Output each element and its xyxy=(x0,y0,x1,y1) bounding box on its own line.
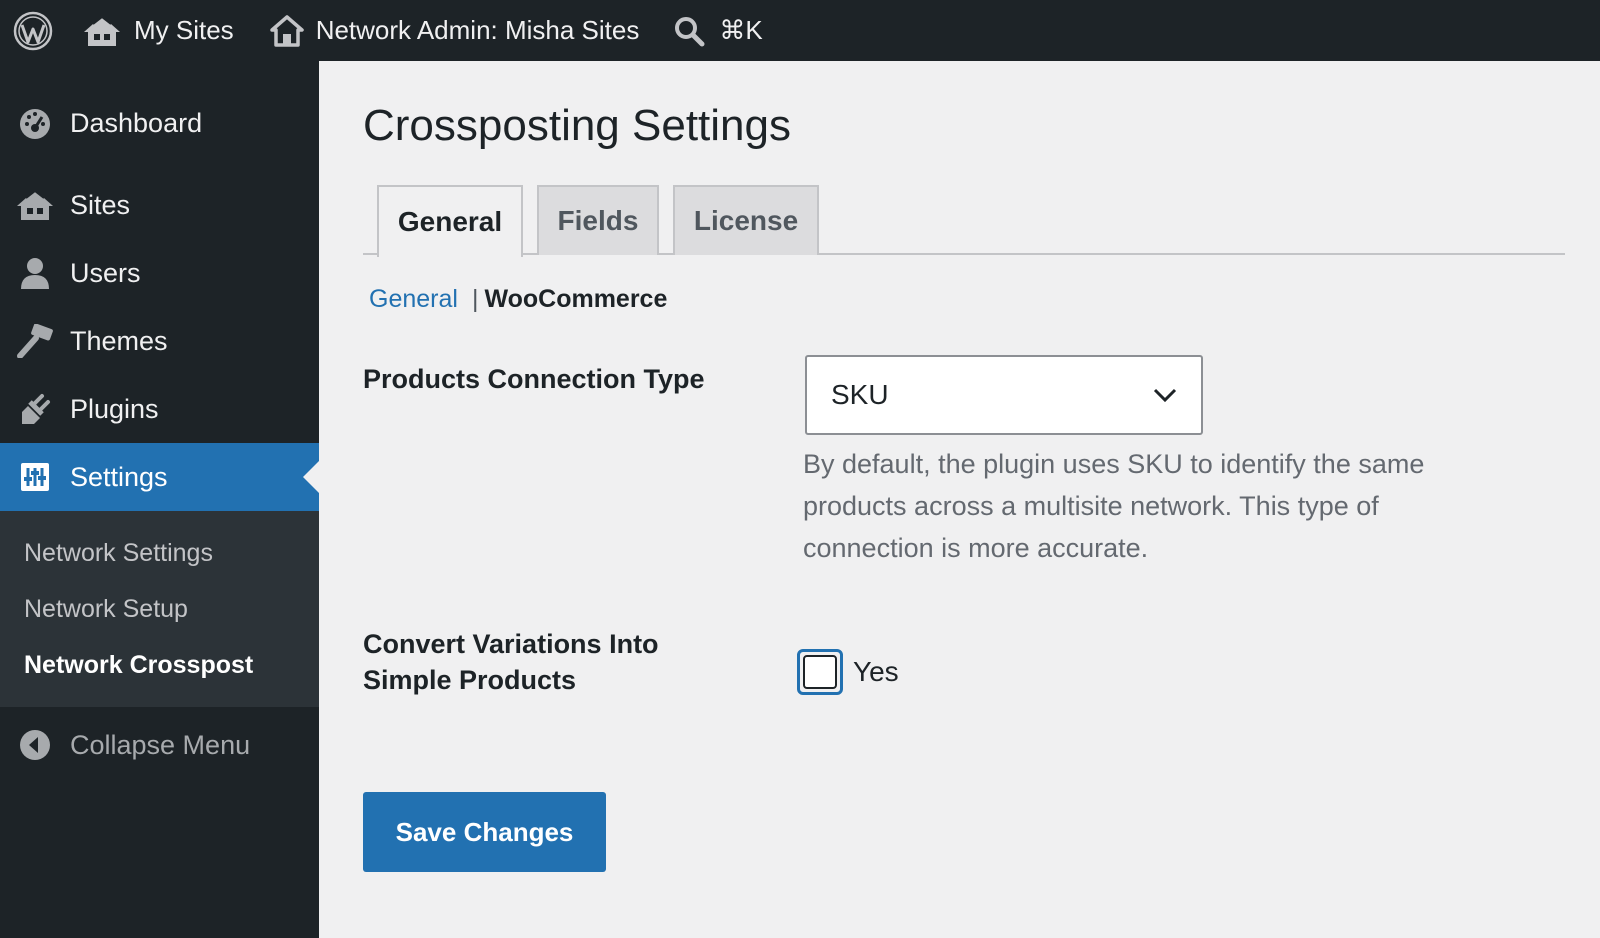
sites-icon xyxy=(84,15,120,46)
sidebar-item-users[interactable]: Users xyxy=(0,239,319,307)
checkbox-box xyxy=(803,655,837,689)
settings-icon xyxy=(0,462,70,492)
home-icon xyxy=(269,14,304,47)
chevron-down-icon xyxy=(1153,388,1177,403)
subnav-current-woocommerce: WooCommerce xyxy=(484,285,668,313)
network-admin-menu[interactable]: Network Admin: Misha Sites xyxy=(269,0,640,61)
collapse-icon xyxy=(0,729,70,761)
plugins-icon xyxy=(0,392,70,426)
sidebar-item-themes[interactable]: Themes xyxy=(0,307,319,375)
sidebar-item-label: Plugins xyxy=(70,393,159,424)
main-content: Crossposting Settings General Fields Lic… xyxy=(319,61,1600,938)
sidebar-item-settings[interactable]: Settings xyxy=(0,443,319,511)
submenu-network-crosspost[interactable]: Network Crosspost xyxy=(0,637,319,693)
subnav-separator: | xyxy=(471,285,479,313)
my-sites-menu[interactable]: My Sites xyxy=(82,0,234,61)
connection-type-select[interactable]: SKU xyxy=(805,355,1203,435)
convert-variations-label: Convert Variations Into Simple Products xyxy=(363,626,659,698)
sites-icon xyxy=(0,188,70,222)
convert-variations-checkbox[interactable] xyxy=(797,649,843,695)
collapse-menu-label: Collapse Menu xyxy=(70,729,251,760)
search-icon xyxy=(675,16,705,46)
sidebar-item-label: Dashboard xyxy=(70,107,203,138)
network-admin-label: Network Admin: Misha Sites xyxy=(315,15,640,45)
sidebar-item-label: Sites xyxy=(70,189,131,220)
settings-submenu: Network Settings Network Setup Network C… xyxy=(0,511,319,707)
search-shortcut-label: ⌘K xyxy=(719,15,763,45)
nav-tabs: General Fields License xyxy=(363,185,1565,257)
search-command[interactable]: ⌘K xyxy=(673,0,763,61)
select-value: SKU xyxy=(831,379,889,410)
subnav-general-link[interactable]: General xyxy=(369,285,458,314)
convert-variations-label-line1: Convert Variations Into xyxy=(363,629,659,659)
themes-icon xyxy=(0,324,70,358)
tab-license[interactable]: License xyxy=(673,185,819,255)
tab-general[interactable]: General xyxy=(377,185,523,257)
page-title: Crossposting Settings xyxy=(363,101,791,150)
admin-sidebar: Dashboard Sites Users Themes Plugins Set… xyxy=(0,61,319,938)
tab-fields[interactable]: Fields xyxy=(537,185,659,255)
convert-variations-label-line2: Simple Products xyxy=(363,665,577,695)
connection-type-label: Products Connection Type xyxy=(363,364,705,394)
sidebar-item-plugins[interactable]: Plugins xyxy=(0,375,319,443)
users-icon xyxy=(0,256,70,290)
sidebar-item-label: Themes xyxy=(70,325,168,356)
submenu-network-setup[interactable]: Network Setup xyxy=(0,581,319,637)
collapse-menu-button[interactable]: Collapse Menu xyxy=(0,711,319,779)
convert-variations-field: Yes xyxy=(797,649,899,695)
submenu-network-settings[interactable]: Network Settings xyxy=(0,525,319,581)
subsection-nav: General | WooCommerce xyxy=(369,285,667,314)
sidebar-item-label: Settings xyxy=(70,461,168,492)
checkbox-label-yes[interactable]: Yes xyxy=(853,656,899,688)
sidebar-item-sites[interactable]: Sites xyxy=(0,171,319,239)
sidebar-item-dashboard[interactable]: Dashboard xyxy=(0,95,319,151)
admin-bar: My Sites Network Admin: Misha Sites ⌘K xyxy=(0,0,1600,61)
connection-type-description: By default, the plugin uses SKU to ident… xyxy=(803,449,1425,563)
dashboard-icon xyxy=(0,106,70,140)
sidebar-item-label: Users xyxy=(70,257,141,288)
wordpress-logo-icon[interactable] xyxy=(0,0,66,61)
save-changes-button[interactable]: Save Changes xyxy=(363,792,606,872)
my-sites-label: My Sites xyxy=(134,15,234,45)
